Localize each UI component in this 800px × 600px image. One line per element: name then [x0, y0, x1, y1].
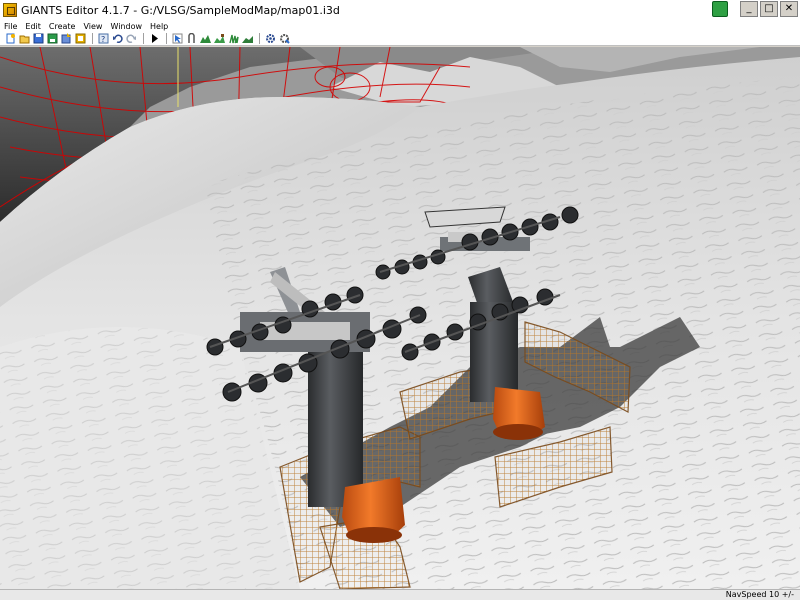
undo-icon[interactable] [111, 33, 123, 45]
menu-help[interactable]: Help [146, 22, 172, 31]
save-icon[interactable] [32, 33, 44, 45]
menu-create[interactable]: Create [45, 22, 80, 31]
3d-viewport[interactable] [0, 47, 800, 589]
maximize-button[interactable]: □ [760, 1, 778, 17]
terrain-sculpt-icon[interactable] [199, 33, 211, 45]
minimize-button[interactable]: _ [740, 1, 758, 17]
export-icon[interactable] [74, 33, 86, 45]
settings-icon[interactable] [264, 33, 276, 45]
toolbar-separator [92, 33, 93, 44]
svg-text:?: ? [101, 35, 105, 44]
title-bar[interactable]: GIANTS Editor 4.1.7 - G:/VLSG/SampleModM… [0, 0, 800, 20]
viewport-scene [0, 47, 800, 589]
terrain-paint-icon[interactable] [213, 33, 225, 45]
giants-app-icon [3, 3, 17, 17]
play-icon[interactable] [148, 33, 160, 45]
menu-bar: File Edit Create View Window Help [0, 20, 800, 32]
window-title: GIANTS Editor 4.1.7 - G:/VLSG/SampleModM… [21, 3, 340, 17]
move-icon[interactable] [185, 33, 197, 45]
menu-view[interactable]: View [79, 22, 106, 31]
redo-icon[interactable] [125, 33, 137, 45]
menu-edit[interactable]: Edit [21, 22, 45, 31]
open-file-icon[interactable] [18, 33, 30, 45]
tools-icon[interactable] [278, 33, 290, 45]
window-controls: _ □ ✕ [712, 1, 798, 17]
close-button[interactable]: ✕ [780, 1, 798, 17]
select-icon[interactable] [171, 33, 183, 45]
help-icon[interactable]: ? [97, 33, 109, 45]
place-object-icon[interactable] [241, 33, 253, 45]
save-as-icon[interactable] [46, 33, 58, 45]
status-bar: NavSpeed 10 +/- [0, 589, 800, 600]
toolbar: ? [0, 32, 800, 46]
green-indicator-button[interactable] [712, 1, 728, 17]
toolbar-separator [143, 33, 144, 44]
import-icon[interactable] [60, 33, 72, 45]
menu-window[interactable]: Window [106, 22, 146, 31]
menu-file[interactable]: File [0, 22, 21, 31]
navspeed-readout: NavSpeed 10 +/- [725, 590, 794, 599]
new-file-icon[interactable] [4, 33, 16, 45]
toolbar-separator [166, 33, 167, 44]
toolbar-separator [259, 33, 260, 44]
foliage-paint-icon[interactable] [227, 33, 239, 45]
